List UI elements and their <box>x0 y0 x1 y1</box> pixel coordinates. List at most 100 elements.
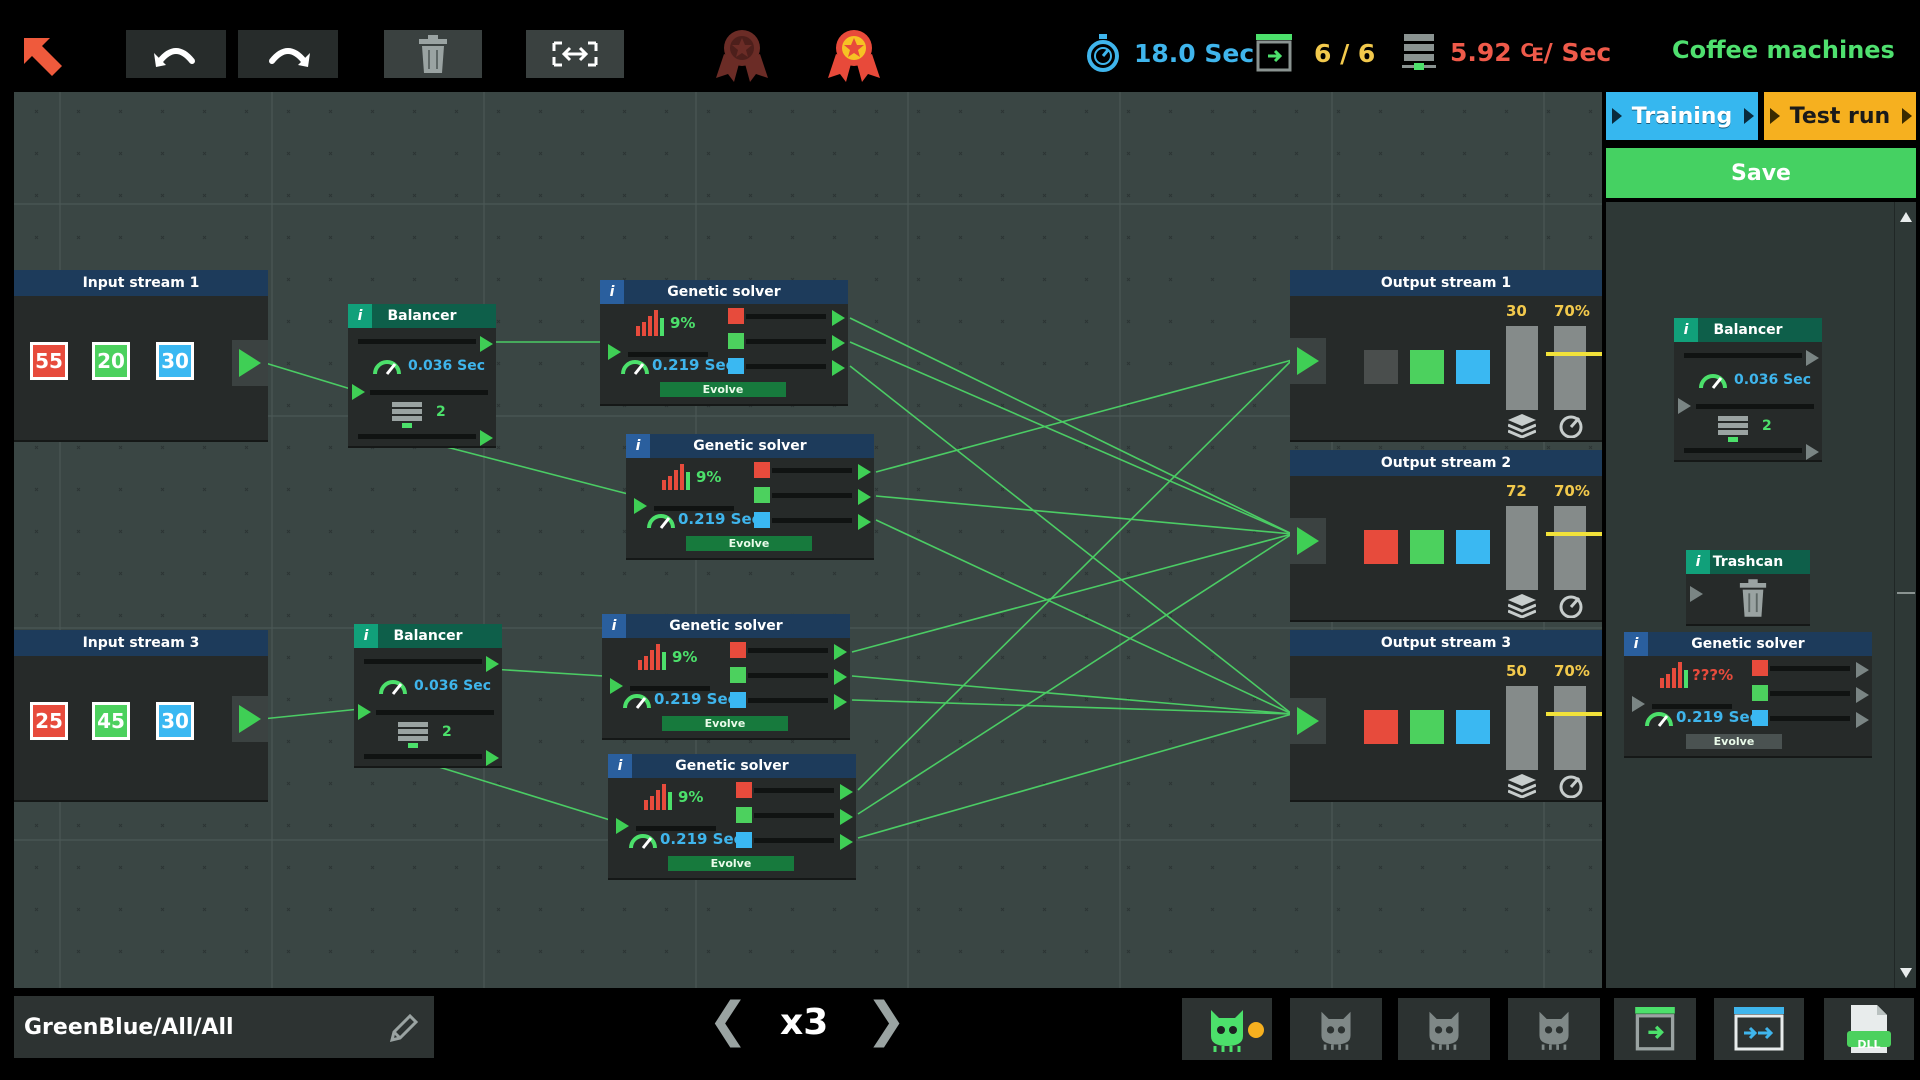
bot-slot[interactable] <box>1508 998 1600 1060</box>
info-icon[interactable]: i <box>1624 632 1648 656</box>
info-icon[interactable]: i <box>608 754 632 778</box>
red-channel <box>736 782 752 798</box>
node-title: Output stream 3 <box>1290 630 1602 656</box>
node-canvas[interactable]: Input stream 1 55 20 30 Input stream 3 2… <box>14 92 1602 988</box>
palette-balancer[interactable]: i Balancer 0.036 Sec 2 <box>1674 318 1822 460</box>
info-icon[interactable]: i <box>348 304 372 328</box>
balancer-node[interactable]: i Balancer 0.036 Sec 2 <box>354 624 502 766</box>
output-port[interactable] <box>854 512 874 532</box>
transfer-button[interactable] <box>1714 998 1804 1060</box>
genetic-solver-node[interactable]: i Genetic solver 9% 0.219 Sec Evolve <box>600 280 848 404</box>
node-title: Genetic solver <box>1691 636 1805 652</box>
tab-training[interactable]: Training <box>1606 92 1758 140</box>
output-port[interactable] <box>828 358 848 378</box>
output-port <box>1802 348 1822 368</box>
evolve-button[interactable]: Evolve <box>668 856 794 871</box>
evolve-button[interactable]: Evolve <box>662 716 788 731</box>
evolve-button[interactable]: Evolve <box>660 382 786 397</box>
output-port[interactable] <box>828 333 848 353</box>
bot-slot[interactable] <box>1398 998 1490 1060</box>
input-port[interactable] <box>354 702 374 722</box>
output-stream-node[interactable]: Output stream 1 30 70% <box>1290 270 1602 440</box>
bot-slot-active[interactable] <box>1182 998 1272 1060</box>
palette-trashcan[interactable]: i Trashcan <box>1686 550 1810 624</box>
output-port[interactable] <box>854 462 874 482</box>
node-title: Genetic solver <box>693 438 807 454</box>
stopwatch-icon <box>1087 34 1119 72</box>
output-port <box>1852 685 1872 705</box>
info-icon[interactable]: i <box>602 614 626 638</box>
node-palette[interactable]: i Balancer 0.036 Sec 2 i Trashcan i Genetic… <box>1606 202 1916 988</box>
scroll-down-arrow-icon[interactable] <box>1900 968 1912 978</box>
target-gauge-icon <box>1559 415 1583 438</box>
genetic-solver-node[interactable]: i Genetic solver 9% 0.219 Sec Evolve <box>626 434 874 558</box>
genetic-solver-node[interactable]: i Genetic solver 9% 0.219 Sec Evolve <box>602 614 850 738</box>
item-count: 50 <box>1506 662 1527 680</box>
scroll-up-arrow-icon[interactable] <box>1900 212 1912 222</box>
input-stream-node[interactable]: Input stream 1 55 20 30 <box>14 270 268 440</box>
output-port[interactable] <box>836 832 856 852</box>
speed-next-button[interactable]: ❯ <box>866 992 906 1048</box>
redo-button[interactable] <box>238 30 338 78</box>
info-icon[interactable]: i <box>600 280 624 304</box>
undo-icon <box>154 48 195 67</box>
fit-view-button[interactable] <box>526 30 624 78</box>
palette-genetic-solver[interactable]: i Genetic solver ???% 0.219 Sec Evolve <box>1624 632 1872 756</box>
scroll-thumb[interactable] <box>1897 592 1915 594</box>
value-chip-red: 55 <box>30 342 68 380</box>
dll-button[interactable]: DLL <box>1824 998 1914 1060</box>
bar-chart-icon <box>1660 662 1688 688</box>
output-port[interactable] <box>830 692 850 712</box>
count-meter <box>1506 326 1538 410</box>
output-port[interactable] <box>836 782 856 802</box>
back-arrow-icon[interactable] <box>18 32 66 80</box>
filter-value: GreenBlue/All/All <box>24 1014 234 1040</box>
balancer-node[interactable]: i Balancer 0.036 Sec 2 <box>348 304 496 446</box>
info-icon[interactable]: i <box>354 624 378 648</box>
output-port[interactable] <box>830 642 850 662</box>
pencil-icon[interactable] <box>388 1012 420 1044</box>
input-port[interactable] <box>348 382 368 402</box>
genetic-solver-node[interactable]: i Genetic solver 9% 0.219 Sec Evolve <box>608 754 856 878</box>
save-button[interactable]: Save <box>1606 148 1916 198</box>
evolve-button: Evolve <box>1686 734 1782 749</box>
speed-prev-button[interactable]: ❮ <box>708 992 748 1048</box>
input-stream-node[interactable]: Input stream 3 25 45 30 <box>14 630 268 800</box>
count-meter <box>1506 506 1538 590</box>
output-port[interactable] <box>830 667 850 687</box>
output-port[interactable] <box>476 334 496 354</box>
output-port[interactable] <box>854 487 874 507</box>
bot-slot[interactable] <box>1290 998 1382 1060</box>
channel-swatch <box>1410 710 1444 744</box>
output-port[interactable] <box>836 807 856 827</box>
output-port[interactable] <box>482 654 502 674</box>
fitness-percent: 9% <box>696 468 722 486</box>
output-port[interactable] <box>232 340 268 386</box>
bot-icon <box>1429 1011 1459 1050</box>
output-port[interactable] <box>476 428 496 448</box>
redo-icon <box>269 48 310 67</box>
bot-icon <box>1321 1011 1351 1050</box>
node-title: Output stream 2 <box>1290 450 1602 476</box>
speed-text: 0.219 Sec <box>654 690 737 708</box>
palette-scrollbar[interactable] <box>1894 202 1916 988</box>
input-port[interactable] <box>1290 338 1326 384</box>
info-icon[interactable]: i <box>1686 550 1710 574</box>
input-port[interactable] <box>1290 518 1326 564</box>
tab-test-run[interactable]: Test run <box>1764 92 1916 140</box>
delete-button[interactable] <box>384 30 482 78</box>
layers-icon <box>1508 774 1536 798</box>
undo-button[interactable] <box>126 30 226 78</box>
evolve-button[interactable]: Evolve <box>686 536 812 551</box>
output-stream-node[interactable]: Output stream 2 72 70% <box>1290 450 1602 620</box>
info-icon[interactable]: i <box>1674 318 1698 342</box>
board-button[interactable] <box>1614 998 1696 1060</box>
speed-gauge-icon <box>1645 712 1673 727</box>
output-port[interactable] <box>828 308 848 328</box>
input-port[interactable] <box>1290 698 1326 744</box>
output-port[interactable] <box>232 696 268 742</box>
info-icon[interactable]: i <box>626 434 650 458</box>
output-stream-node[interactable]: Output stream 3 50 70% <box>1290 630 1602 800</box>
filter-field[interactable]: GreenBlue/All/All <box>14 996 434 1058</box>
output-port[interactable] <box>482 748 502 768</box>
